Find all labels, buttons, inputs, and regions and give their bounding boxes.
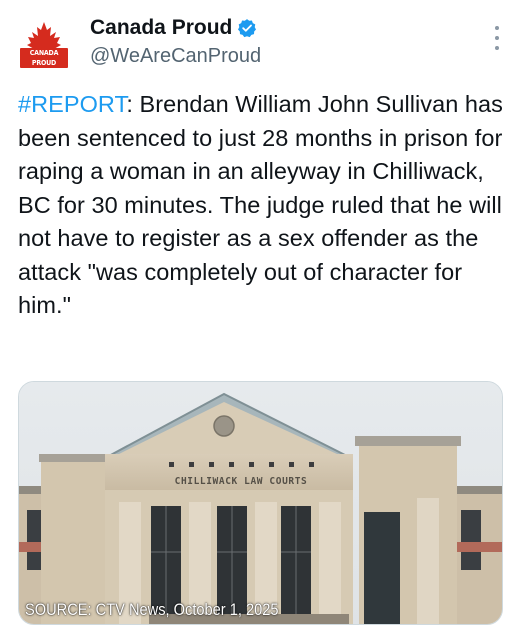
display-name[interactable]: Canada Proud <box>90 16 232 40</box>
hashtag-link[interactable]: #REPORT <box>18 91 126 117</box>
tweet-header: CANADA PROUD Canada Proud @WeAreCanProud <box>16 14 504 74</box>
more-dot <box>495 46 499 50</box>
verified-badge-icon <box>238 19 257 38</box>
courthouse-photo <box>19 382 502 624</box>
source-caption: SOURCE: CTV News, October 1, 2025 <box>25 600 279 619</box>
account-handle[interactable]: @WeAreCanProud <box>90 45 261 68</box>
tweet-media-image[interactable]: SOURCE: CTV News, October 1, 2025 CHILLI… <box>18 381 503 625</box>
name-row: Canada Proud <box>90 14 261 42</box>
tweet-body: : Brendan William John Sullivan has been… <box>18 91 503 318</box>
more-dot <box>495 26 499 30</box>
avatar[interactable]: CANADA PROUD <box>16 18 72 74</box>
tweet-text: #REPORT: Brendan William John Sullivan h… <box>18 88 508 323</box>
more-vertical-icon[interactable] <box>494 26 500 50</box>
more-dot <box>495 36 499 40</box>
account-names: Canada Proud @WeAreCanProud <box>90 14 261 68</box>
building-sign: CHILLIWACK LAW COURTS <box>174 476 308 487</box>
avatar-label: CANADA PROUD <box>20 48 68 68</box>
